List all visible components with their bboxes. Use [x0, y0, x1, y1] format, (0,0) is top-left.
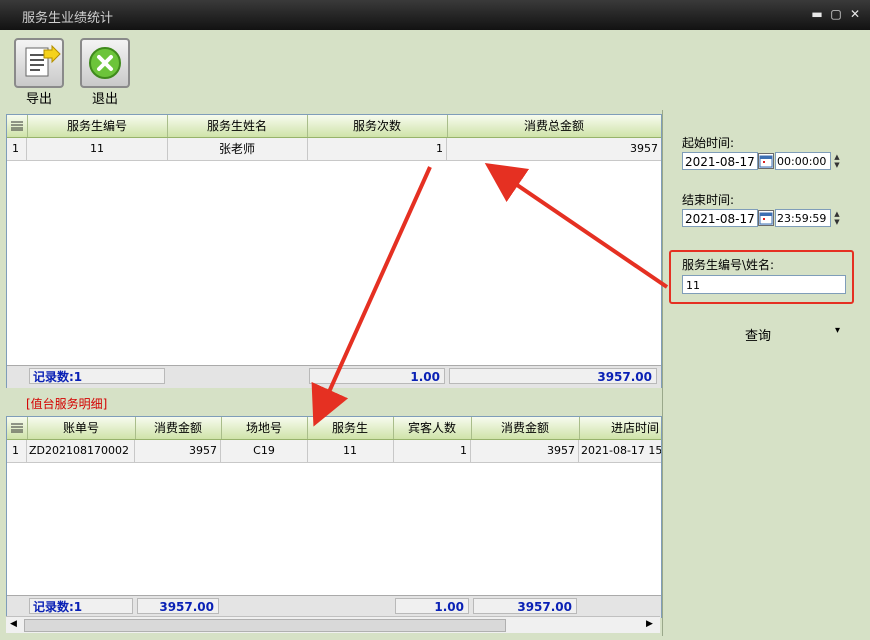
- report-window: 服务生业绩统计 ▬ ▢ ✕ 导出 退出 服务生编号 服务生姓名 服务次数 消费总…: [0, 0, 870, 640]
- annotation-arrows: [311, 162, 669, 427]
- arrow-to-detail: [311, 166, 432, 427]
- arrow-to-summary: [484, 162, 669, 289]
